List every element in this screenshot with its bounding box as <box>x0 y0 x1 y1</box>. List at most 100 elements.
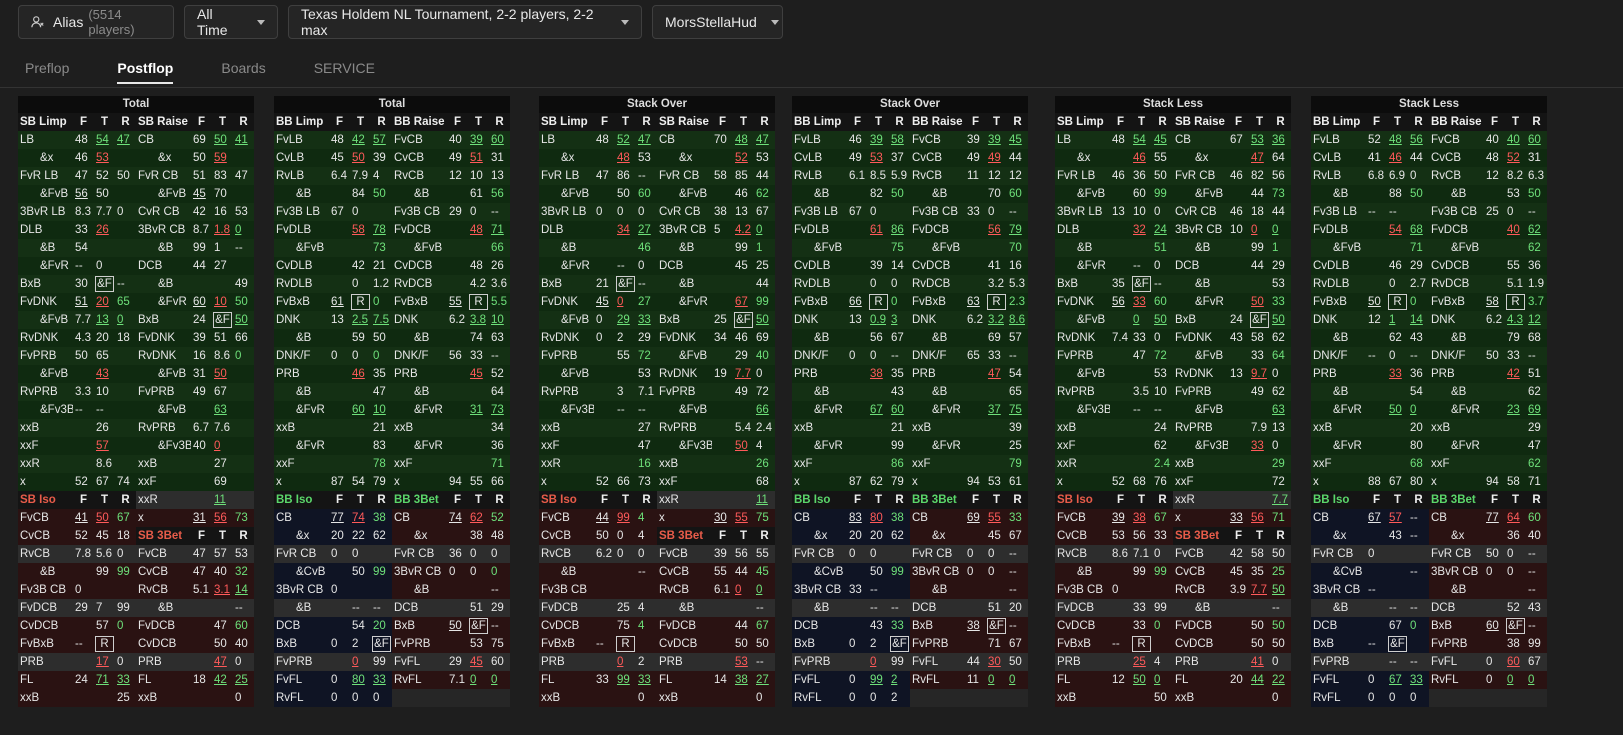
stat-value[interactable]: 33 <box>636 671 657 689</box>
stat-value[interactable]: 60 <box>233 617 254 635</box>
stat-value[interactable]: 56 <box>1249 509 1270 527</box>
stat-value[interactable]: R <box>1152 491 1173 509</box>
stat-value[interactable] <box>233 149 254 167</box>
stat-value[interactable]: 50 <box>1484 347 1505 365</box>
stat-value[interactable]: 33 <box>1387 365 1408 383</box>
stat-value[interactable]: 0 <box>733 581 754 599</box>
stat-value[interactable]: 86 <box>615 167 636 185</box>
stat-value[interactable]: 0 <box>447 563 468 581</box>
stat-value[interactable] <box>594 185 615 203</box>
stat-value[interactable]: 12 <box>1366 311 1387 329</box>
stat-value[interactable]: 50 <box>733 437 754 455</box>
stat-value[interactable]: 18 <box>115 527 136 545</box>
stat-value[interactable]: 0 <box>1110 581 1131 599</box>
stat-value[interactable]: -- <box>889 347 910 365</box>
stat-value[interactable]: 38 <box>868 365 889 383</box>
stat-value[interactable]: 6.2 <box>1484 311 1505 329</box>
stat-value[interactable] <box>115 455 136 473</box>
stat-value[interactable] <box>1366 437 1387 455</box>
stat-value[interactable]: 47 <box>212 617 233 635</box>
stat-value[interactable] <box>191 491 212 509</box>
stat-value[interactable]: 31 <box>191 509 212 527</box>
stat-value[interactable]: 50 <box>1249 617 1270 635</box>
stat-value[interactable] <box>1408 581 1429 599</box>
stat-value[interactable]: 30 <box>712 509 733 527</box>
stat-value[interactable]: 67 <box>1366 509 1387 527</box>
stat-value[interactable]: T <box>468 491 489 509</box>
stat-value[interactable]: 16 <box>636 455 657 473</box>
stat-value[interactable] <box>615 419 636 437</box>
stat-value[interactable]: &F <box>889 635 910 653</box>
stat-value[interactable]: 99 <box>733 239 754 257</box>
stat-value[interactable]: 8.6 <box>94 455 115 473</box>
stat-value[interactable] <box>1484 365 1505 383</box>
stat-value[interactable] <box>712 473 733 491</box>
stat-value[interactable]: 53 <box>636 149 657 167</box>
stat-value[interactable] <box>447 365 468 383</box>
stat-value[interactable]: F <box>594 491 615 509</box>
stat-value[interactable]: 44 <box>1249 671 1270 689</box>
stat-value[interactable] <box>712 437 733 455</box>
stat-value[interactable] <box>868 239 889 257</box>
stat-value[interactable] <box>615 365 636 383</box>
stat-value[interactable] <box>594 257 615 275</box>
stat-value[interactable]: 44 <box>1408 149 1429 167</box>
stat-value[interactable] <box>1228 347 1249 365</box>
stat-value[interactable] <box>468 437 489 455</box>
stat-value[interactable] <box>233 473 254 491</box>
stat-value[interactable]: 0 <box>489 545 510 563</box>
stat-value[interactable]: 27 <box>636 419 657 437</box>
stat-value[interactable]: 51 <box>212 329 233 347</box>
stat-value[interactable]: 13 <box>1270 419 1291 437</box>
stat-value[interactable]: 69 <box>191 131 212 149</box>
stat-value[interactable]: 50 <box>1270 545 1291 563</box>
stat-value[interactable]: 46 <box>350 365 371 383</box>
stat-value[interactable] <box>233 419 254 437</box>
stat-value[interactable]: 4 <box>636 527 657 545</box>
stat-value[interactable]: R <box>350 293 371 311</box>
stat-value[interactable]: 55 <box>447 293 468 311</box>
stat-value[interactable] <box>1228 257 1249 275</box>
stat-value[interactable]: 0 <box>350 653 371 671</box>
stat-value[interactable]: 62 <box>889 527 910 545</box>
stat-value[interactable]: 55 <box>468 473 489 491</box>
stat-value[interactable] <box>1249 599 1270 617</box>
stat-value[interactable] <box>712 383 733 401</box>
stat-value[interactable] <box>847 329 868 347</box>
stat-value[interactable]: -- <box>1007 617 1028 635</box>
stat-value[interactable]: 0 <box>1366 545 1387 563</box>
stat-value[interactable]: R <box>1007 491 1028 509</box>
stat-value[interactable] <box>1484 239 1505 257</box>
stat-value[interactable]: 3 <box>889 311 910 329</box>
stat-value[interactable]: 26 <box>94 221 115 239</box>
stat-value[interactable]: 54 <box>73 239 94 257</box>
stat-value[interactable]: 0 <box>868 653 889 671</box>
stat-value[interactable]: 56 <box>489 185 510 203</box>
stat-value[interactable]: 4 <box>636 617 657 635</box>
stat-value[interactable]: 7.7 <box>1249 581 1270 599</box>
stat-value[interactable]: 50 <box>233 293 254 311</box>
stat-value[interactable] <box>1249 491 1270 509</box>
stat-value[interactable]: 53 <box>1249 131 1270 149</box>
stat-value[interactable]: 0 <box>1387 689 1408 707</box>
stat-value[interactable] <box>965 329 986 347</box>
stat-value[interactable]: 3 <box>615 383 636 401</box>
stat-value[interactable]: 47 <box>1131 347 1152 365</box>
stat-value[interactable]: 67 <box>212 383 233 401</box>
stat-value[interactable]: 50 <box>1270 635 1291 653</box>
stat-value[interactable]: 29 <box>615 311 636 329</box>
stat-value[interactable]: 0 <box>371 293 392 311</box>
stat-value[interactable]: 40 <box>1505 131 1526 149</box>
stat-value[interactable] <box>712 185 733 203</box>
stat-value[interactable]: 44 <box>1249 257 1270 275</box>
stat-value[interactable]: 54 <box>94 131 115 149</box>
stat-value[interactable]: 50 <box>615 185 636 203</box>
stat-value[interactable] <box>191 473 212 491</box>
stat-value[interactable]: F <box>191 527 212 545</box>
stat-value[interactable]: 47 <box>1249 149 1270 167</box>
stat-value[interactable]: 48 <box>594 131 615 149</box>
stat-value[interactable]: 0 <box>847 635 868 653</box>
stat-value[interactable]: 47 <box>73 167 94 185</box>
stat-value[interactable]: -- <box>636 167 657 185</box>
stat-value[interactable] <box>1505 455 1526 473</box>
